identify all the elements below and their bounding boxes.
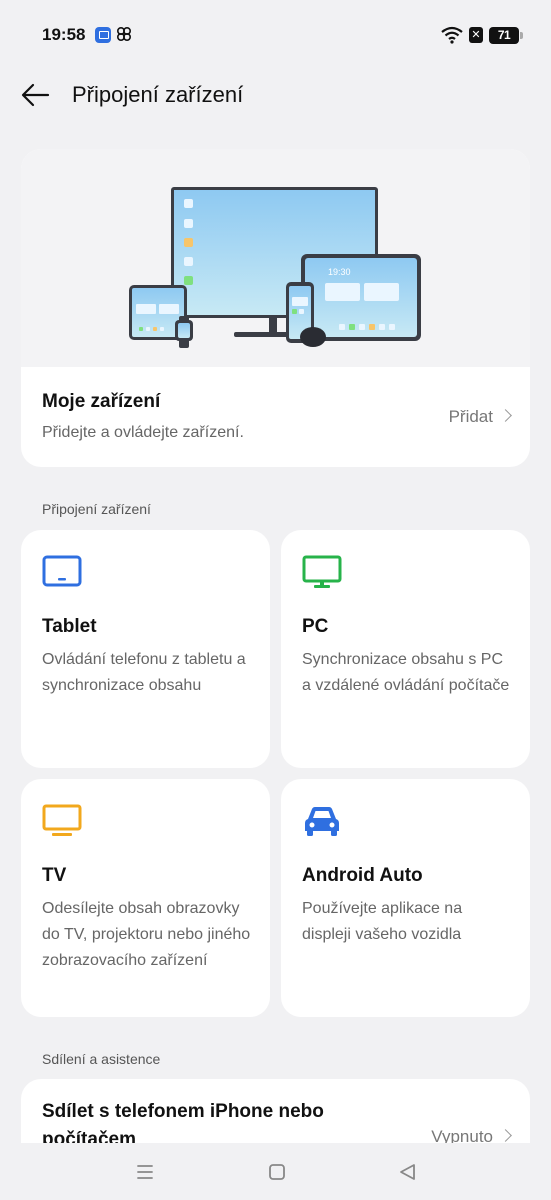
- tile-android-auto-title: Android Auto: [302, 865, 423, 886]
- tile-tablet-title: Tablet: [42, 616, 97, 637]
- tile-tv-title: TV: [42, 865, 67, 886]
- add-device-label: Přidat: [448, 407, 493, 426]
- chevron-right-icon: [499, 409, 512, 422]
- pinwheel-app-icon: [116, 26, 132, 42]
- tile-pc-title: PC: [302, 616, 329, 637]
- tile-tv-desc: Odesílejte obsah obrazovky do TV, projek…: [42, 900, 251, 969]
- app-header: Připojení zařízení: [0, 70, 551, 120]
- pc-monitor-icon: [302, 555, 342, 588]
- section-label-share: Sdílení a asistence: [42, 1051, 161, 1067]
- tile-tablet-desc: Ovládání telefonu z tabletu a synchroniz…: [42, 651, 246, 694]
- back-triangle-icon[interactable]: [396, 1161, 420, 1183]
- tile-pc[interactable]: PC Synchronizace obsahu s PC a vzdálené …: [281, 530, 530, 768]
- menu-icon[interactable]: [133, 1161, 157, 1183]
- section-label-connect: Připojení zařízení: [42, 501, 151, 517]
- devices-illustration-graphic: 19:30: [129, 187, 421, 348]
- chevron-right-icon: [499, 1129, 512, 1142]
- home-icon[interactable]: [265, 1161, 289, 1183]
- sim-off-icon: ✕: [469, 27, 483, 43]
- tile-android-auto[interactable]: Android Auto Používejte aplikace na disp…: [281, 779, 530, 1017]
- battery-indicator: 71: [489, 27, 523, 44]
- my-devices-subtitle: Přidejte a ovládejte zařízení.: [42, 424, 244, 441]
- my-devices-row[interactable]: Moje zařízení Přidejte a ovládejte zaříz…: [21, 367, 530, 467]
- tile-tv[interactable]: TV Odesílejte obsah obrazovky do TV, pro…: [21, 779, 270, 1017]
- my-devices-title: Moje zařízení: [42, 391, 161, 412]
- notification-app-icon: [95, 27, 111, 43]
- tv-icon: [42, 804, 82, 836]
- illustration-clock: 19:30: [328, 267, 351, 277]
- status-time: 19:58: [42, 25, 86, 44]
- system-nav-bar: [0, 1143, 551, 1200]
- tile-pc-desc: Synchronizace obsahu s PC a vzdálené ovl…: [302, 651, 510, 694]
- arrow-left-icon[interactable]: [18, 80, 52, 110]
- devices-illustration: 19:30: [21, 149, 530, 367]
- car-icon: [305, 807, 339, 836]
- wifi-icon: [441, 26, 463, 44]
- my-devices-card: 19:30 Moje zařízení Přidejte a ovládejte…: [21, 149, 530, 467]
- tile-android-auto-desc: Používejte aplikace na displeji vašeho v…: [302, 900, 463, 943]
- add-device-link[interactable]: Přidat: [448, 407, 512, 427]
- tablet-icon: [42, 555, 82, 587]
- tile-tablet[interactable]: Tablet Ovládání telefonu z tabletu a syn…: [21, 530, 270, 768]
- page-title: Připojení zařízení: [72, 82, 244, 107]
- status-bar: 19:58 ✕ 71: [0, 0, 551, 70]
